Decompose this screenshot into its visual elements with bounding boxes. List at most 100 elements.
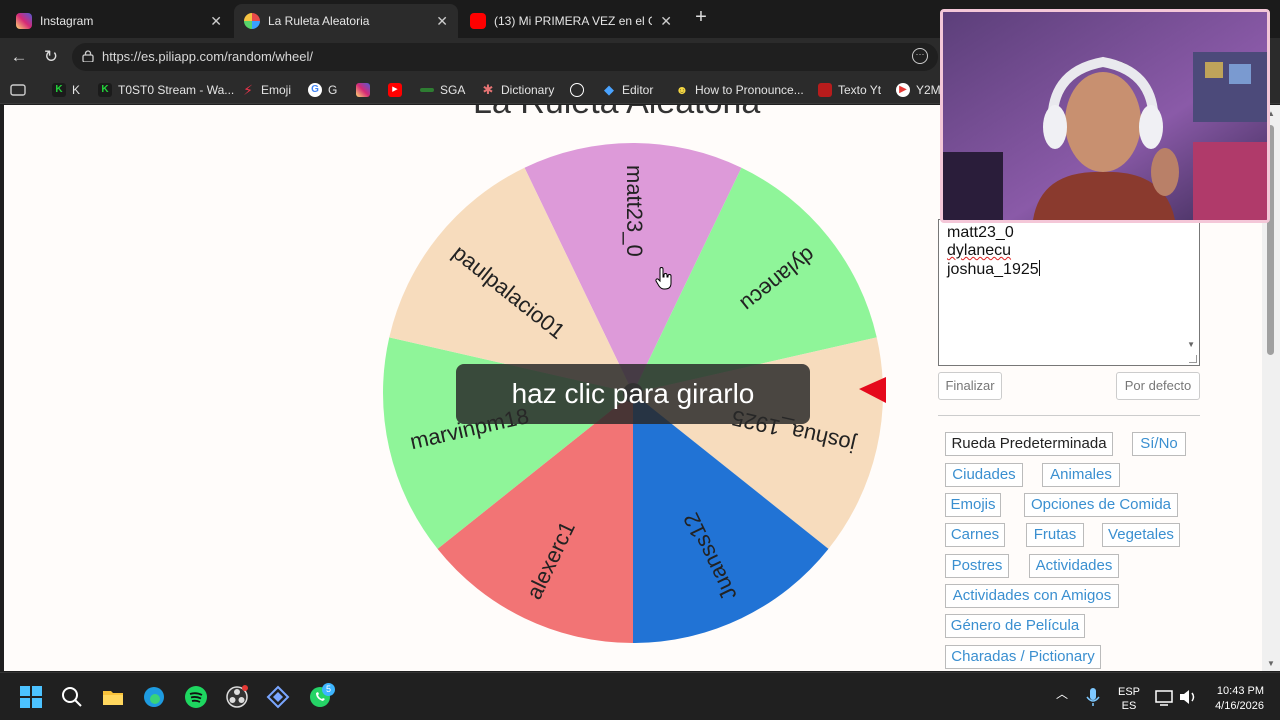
finalizar-button[interactable]: Finalizar	[938, 372, 1002, 400]
close-icon[interactable]: ✕	[210, 13, 222, 30]
bookmark-label: G	[328, 83, 338, 97]
preset-opciones-de-comida[interactable]: Opciones de Comida	[1024, 493, 1178, 517]
wheel-label: matt23_0	[622, 165, 647, 257]
preset-rueda-predeterminada[interactable]: Rueda Predeterminada	[945, 432, 1113, 456]
edge-icon[interactable]	[142, 685, 166, 709]
preset-si-no[interactable]: Sí/No	[1132, 432, 1186, 456]
preset-charadas-pictionary[interactable]: Charadas / Pictionary	[945, 645, 1101, 669]
entry-text: joshua_1925	[947, 261, 1039, 278]
more-icon[interactable]: ···	[912, 48, 928, 64]
instagram-icon	[16, 13, 32, 29]
youtube-icon: ▶	[388, 83, 402, 97]
emoji-icon: ⚡	[243, 82, 253, 98]
url-text[interactable]: https://es.piliapp.com/random/wheel/	[102, 49, 313, 64]
preset-frutas[interactable]: Frutas	[1026, 523, 1084, 547]
piliapp-icon	[244, 13, 260, 29]
volume-icon[interactable]	[1178, 685, 1198, 709]
preset-actividades[interactable]: Actividades	[1029, 554, 1119, 578]
close-icon[interactable]: ✕	[436, 13, 448, 30]
bookmark-tosto[interactable]: K T0ST0 Stream - Wa...	[98, 81, 234, 99]
y2m-icon: ▶	[896, 83, 910, 97]
page-title: La Ruleta Aleatoria	[473, 105, 760, 122]
instagram-icon	[356, 83, 370, 97]
notification-badge: 5	[322, 683, 335, 696]
bookmark-dictionary[interactable]: ✱ Dictionary	[481, 81, 555, 99]
texto-icon	[818, 83, 832, 97]
taskbar: 5 ︿ ESP ES 10:43 PM 4/16/2026	[0, 672, 1280, 720]
tray-chevron-icon[interactable]: ︿	[1056, 687, 1068, 701]
windows-start-icon[interactable]	[19, 685, 43, 709]
bookmark-label: K	[72, 83, 81, 97]
preset-ciudades[interactable]: Ciudades	[945, 463, 1023, 487]
tab-ruleta[interactable]: La Ruleta Aleatoria ✕	[234, 4, 458, 38]
bookmark-label: Editor	[622, 83, 654, 97]
system-clock[interactable]: 10:43 PM 4/16/2026	[1215, 684, 1264, 714]
preset-actividades-con-amigos[interactable]: Actividades con Amigos	[945, 584, 1119, 608]
tab-instagram[interactable]: Instagram ✕	[6, 4, 232, 38]
clock-date: 4/16/2026	[1215, 700, 1264, 712]
preset-carnes[interactable]: Carnes	[945, 523, 1005, 547]
openai-icon	[570, 83, 584, 97]
spotify-icon[interactable]	[184, 685, 208, 709]
new-tab-icon[interactable]: +	[690, 6, 712, 29]
kick-icon: K	[52, 83, 66, 97]
tab-actions-icon[interactable]	[10, 83, 26, 97]
site-info-icon[interactable]	[82, 50, 94, 62]
tab-title: Instagram	[40, 14, 94, 28]
bookmark-label: T0ST0 Stream - Wa...	[118, 83, 235, 97]
webcam-video	[943, 12, 1267, 220]
scroll-down-icon[interactable]: ▼	[1187, 340, 1195, 349]
entry-line: joshua_1925	[939, 260, 1199, 279]
preset-vegetales[interactable]: Vegetales	[1102, 523, 1180, 547]
bookmark-editor[interactable]: ◆ Editor	[602, 81, 653, 99]
entry-text: dylanecu	[947, 242, 1012, 259]
lang-secondary: ES	[1121, 700, 1137, 712]
preset-postres[interactable]: Postres	[945, 554, 1009, 578]
bookmark-label: Y2M	[916, 83, 941, 97]
resize-handle[interactable]	[1189, 355, 1197, 363]
bookmark-openai[interactable]	[570, 81, 590, 99]
preset-genero-de-pelicula[interactable]: Género de Película	[945, 614, 1085, 638]
bookmark-k[interactable]: KK	[52, 81, 80, 99]
bookmark-emoji[interactable]: ⚡ Emoji	[241, 81, 291, 99]
bookmark-pronounce[interactable]: ☻ How to Pronounce...	[675, 81, 804, 99]
obs-icon[interactable]	[225, 685, 249, 709]
bookmark-youtube[interactable]: ▶	[388, 81, 408, 99]
entries-textarea[interactable]: matt23_0 dylanecu joshua_1925 ▼	[938, 219, 1200, 366]
bookmark-google[interactable]: GG	[308, 81, 337, 99]
bookmark-label: SGA	[440, 83, 466, 97]
hand-cursor-icon	[655, 267, 672, 290]
bookmark-label: Texto Yt	[838, 83, 882, 97]
preset-emojis[interactable]: Emojis	[945, 493, 1001, 517]
preset-animales[interactable]: Animales	[1042, 463, 1120, 487]
reload-icon[interactable]: ↻	[40, 46, 62, 68]
back-icon[interactable]: ←	[8, 46, 30, 68]
por-defecto-button[interactable]: Por defecto	[1116, 372, 1200, 400]
bookmark-texto[interactable]: Texto Yt	[818, 81, 881, 99]
tab-youtube[interactable]: (13) Mi PRIMERA VEZ en el GYM! f ✕	[460, 4, 682, 38]
address-bar[interactable]: https://es.piliapp.com/random/wheel/ ···	[72, 43, 938, 71]
search-icon[interactable]	[60, 685, 84, 709]
network-icon[interactable]	[1154, 685, 1174, 709]
tab-title: La Ruleta Aleatoria	[268, 14, 370, 28]
editor-icon: ◆	[604, 82, 614, 97]
spin-hint[interactable]: haz clic para girarlo	[456, 364, 810, 424]
google-icon: G	[308, 83, 322, 97]
dictionary-icon: ✱	[482, 82, 494, 97]
streamlabs-icon[interactable]	[266, 685, 290, 709]
bookmark-y2m[interactable]: ▶ Y2M	[896, 81, 941, 99]
lang-primary: ESP	[1118, 686, 1141, 698]
language-indicator[interactable]: ESP ES	[1118, 685, 1140, 713]
tab-title: (13) Mi PRIMERA VEZ en el GYM! f	[494, 14, 652, 28]
bookmark-sga[interactable]: SGA	[420, 81, 465, 99]
close-icon[interactable]: ✕	[660, 13, 672, 30]
bookmark-instagram[interactable]	[356, 81, 376, 99]
microphone-icon[interactable]	[1084, 685, 1102, 709]
pronounce-icon: ☻	[675, 83, 689, 97]
youtube-icon	[470, 13, 486, 29]
clock-time: 10:43 PM	[1216, 685, 1264, 697]
file-explorer-icon[interactable]	[101, 685, 125, 709]
scroll-down-icon[interactable]: ▼	[1267, 659, 1275, 668]
webcam-overlay	[940, 9, 1270, 223]
entry-line: matt23_0	[947, 224, 1014, 241]
